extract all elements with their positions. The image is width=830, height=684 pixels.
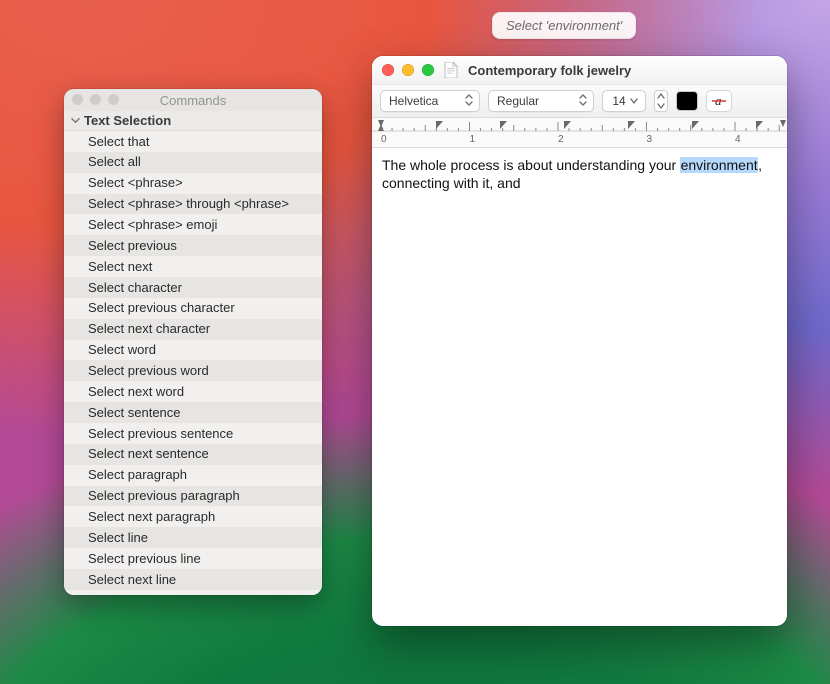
command-row[interactable]: Select next [64, 256, 322, 277]
command-row[interactable]: Select previous sentence [64, 423, 322, 444]
stepper-down-icon[interactable] [655, 101, 667, 111]
commands-list: Select thatSelect allSelect <phrase>Sele… [64, 131, 322, 595]
strikethrough-button[interactable]: a [706, 90, 732, 112]
command-row[interactable]: Select sentence [64, 402, 322, 423]
font-style-value: Regular [497, 94, 539, 108]
minimize-icon[interactable] [90, 94, 101, 105]
strikethrough-icon: a [711, 93, 727, 109]
minimize-icon[interactable] [402, 64, 414, 76]
updown-icon [465, 94, 473, 109]
command-row[interactable]: Select all [64, 152, 322, 173]
close-icon[interactable] [382, 64, 394, 76]
command-row[interactable]: Select next sentence [64, 444, 322, 465]
commands-section-header[interactable]: Text Selection [64, 111, 322, 131]
command-row[interactable]: Select next paragraph [64, 506, 322, 527]
command-row[interactable]: Select <phrase> emoji [64, 214, 322, 235]
textedit-toolbar: Helvetica Regular 14 a [372, 84, 787, 118]
voice-transcript-bubble: Select 'environment' [492, 12, 636, 39]
ruler-label: 1 [470, 134, 476, 145]
font-size-stepper[interactable] [654, 90, 668, 112]
ruler-label: 4 [735, 134, 741, 145]
command-row[interactable]: Select previous [64, 235, 322, 256]
textedit-window: Contemporary folk jewelry Helvetica Regu… [372, 56, 787, 626]
font-size-select[interactable]: 14 [602, 90, 646, 112]
chevron-down-icon [630, 94, 638, 108]
commands-section-title: Text Selection [84, 113, 171, 128]
command-row[interactable]: Select previous character [64, 298, 322, 319]
command-row[interactable]: Select next character [64, 319, 322, 340]
font-family-select[interactable]: Helvetica [380, 90, 480, 112]
command-row[interactable]: Select word [64, 340, 322, 361]
command-row[interactable]: Select next line [64, 569, 322, 590]
document-icon [444, 62, 458, 78]
commands-window-title: Commands [160, 93, 226, 108]
ruler-ticks [372, 118, 787, 148]
textedit-titlebar[interactable]: Contemporary folk jewelry [372, 56, 787, 84]
command-row[interactable]: Select next word [64, 381, 322, 402]
document-body[interactable]: The whole process is about understanding… [372, 148, 787, 626]
updown-icon [579, 94, 587, 109]
document-title: Contemporary folk jewelry [468, 63, 631, 78]
font-family-value: Helvetica [389, 94, 438, 108]
command-row[interactable]: Select previous word [64, 360, 322, 381]
text-color-swatch[interactable] [676, 91, 698, 111]
command-row[interactable]: Select previous <count> characte… [64, 590, 322, 595]
commands-titlebar[interactable]: Commands [64, 89, 322, 111]
font-size-value: 14 [612, 94, 625, 108]
ruler-label: 3 [647, 134, 653, 145]
command-row[interactable]: Select <phrase> through <phrase> [64, 194, 322, 215]
command-row[interactable]: Select character [64, 277, 322, 298]
close-icon[interactable] [72, 94, 83, 105]
chevron-down-icon [70, 116, 80, 126]
stepper-up-icon[interactable] [655, 91, 667, 101]
ruler[interactable]: 0 1 2 3 4 [372, 118, 787, 148]
command-row[interactable]: Select paragraph [64, 465, 322, 486]
zoom-icon[interactable] [422, 64, 434, 76]
command-row[interactable]: Select previous line [64, 548, 322, 569]
traffic-lights-inactive [72, 94, 119, 105]
zoom-icon[interactable] [108, 94, 119, 105]
command-row[interactable]: Select line [64, 527, 322, 548]
command-row[interactable]: Select previous paragraph [64, 486, 322, 507]
ruler-label: 0 [381, 134, 387, 145]
voice-transcript-text: Select 'environment' [506, 18, 622, 33]
doc-text-highlight: environment [680, 157, 758, 173]
commands-window: Commands Text Selection Select thatSelec… [64, 89, 322, 595]
doc-text-pre: The whole process is about understanding… [382, 157, 680, 173]
ruler-label: 2 [558, 134, 564, 145]
command-row[interactable]: Select that [64, 131, 322, 152]
font-style-select[interactable]: Regular [488, 90, 594, 112]
traffic-lights [382, 64, 434, 76]
command-row[interactable]: Select <phrase> [64, 173, 322, 194]
